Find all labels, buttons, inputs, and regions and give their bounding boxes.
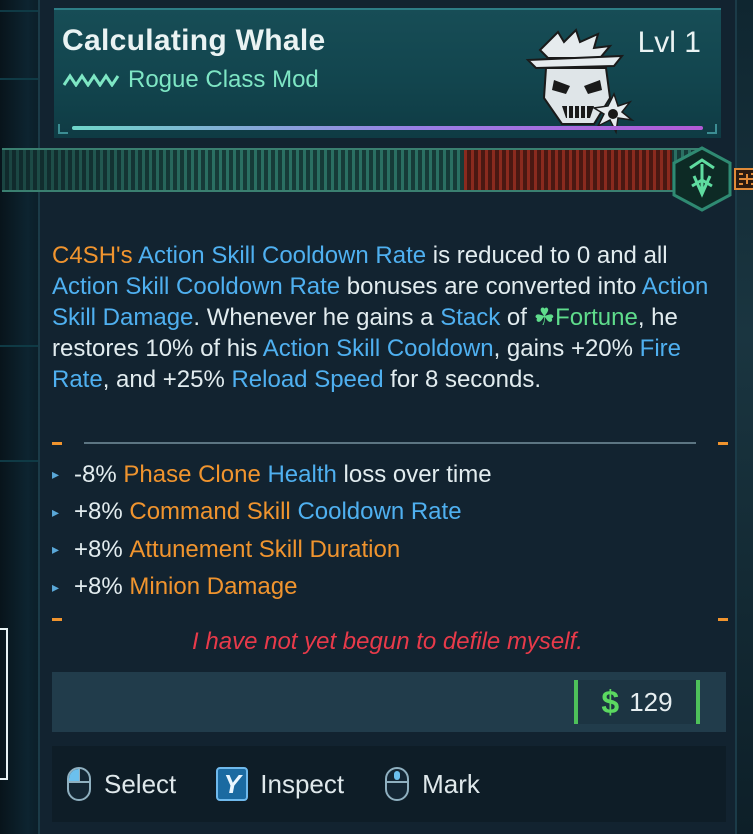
description-segment: Stack <box>440 304 501 331</box>
firmware-hex-icon <box>672 146 732 212</box>
stat-text: Attunement Skill Duration <box>129 535 401 563</box>
section-divider <box>52 442 728 445</box>
divider-tick <box>718 618 728 621</box>
stat-value: -8% <box>74 460 117 488</box>
bullet-icon: ▸ <box>52 503 60 520</box>
description-segment: Reload Speed <box>231 366 384 393</box>
mark-label: Mark <box>422 768 480 799</box>
background-frame <box>0 628 8 780</box>
firmware-strip <box>2 148 702 192</box>
section-divider <box>52 618 728 621</box>
stat-line: ▸ +8% Command Skill Cooldown Rate <box>52 494 692 532</box>
divider-tick <box>52 618 62 621</box>
bullet-icon: ▸ <box>52 578 60 595</box>
middle-mouse-icon <box>385 767 410 801</box>
rarity-underline <box>72 126 703 130</box>
mark-action[interactable]: Mark <box>384 766 480 802</box>
inspect-action[interactable]: Y Inspect <box>216 767 344 801</box>
left-mouse-icon <box>67 767 91 801</box>
stat-line: ▸ +8% Attunement Skill Duration <box>52 531 692 569</box>
stat-value: +8% <box>74 535 123 563</box>
stat-line: ▸ -8% Phase Clone Health loss over time <box>52 456 692 494</box>
clover-icon: ☘ <box>533 304 556 331</box>
description-segment: Action Skill Cooldown <box>262 335 494 362</box>
item-level: Lvl 1 <box>637 26 701 59</box>
price-value: 129 <box>629 686 673 717</box>
price-box: $ 129 <box>574 680 700 724</box>
select-action[interactable]: Select <box>66 766 176 802</box>
divider-line <box>84 442 696 444</box>
inspect-label: Inspect <box>260 768 345 799</box>
description-segment: Fortune <box>555 304 638 331</box>
price-bar: $ 129 <box>52 672 726 732</box>
description-segment: C4SH's <box>52 242 133 269</box>
background-line <box>0 460 40 462</box>
description-segment: is reduced to 0 and all <box>426 242 668 269</box>
description-segment: Action Skill Cooldown Rate <box>52 273 341 300</box>
description-segment: bonuses are converted into <box>340 273 642 300</box>
money-icon: $ <box>601 683 620 720</box>
stat-text: Cooldown Rate <box>297 498 462 526</box>
description-segment: , and +25% <box>102 366 232 393</box>
stat-value: +8% <box>74 573 123 601</box>
bullet-icon: ▸ <box>52 541 60 558</box>
stat-text: Health <box>267 460 337 488</box>
background-line <box>0 78 40 80</box>
background-line <box>0 10 40 12</box>
stat-value: +8% <box>74 498 123 526</box>
select-label: Select <box>104 768 177 799</box>
description-segment: Action Skill Cooldown Rate <box>137 242 427 269</box>
background-line <box>0 345 40 347</box>
stat-line: ▸ +8% Minion Damage <box>52 569 692 607</box>
y-key-icon: Y <box>216 767 249 801</box>
description-segment: for 8 seconds. <box>383 366 542 393</box>
action-bar: Select Y Inspect Mark <box>52 746 726 822</box>
item-type: Rogue Class Mod <box>128 66 319 93</box>
stat-text: Minion Damage <box>129 573 298 601</box>
item-name: Calculating Whale <box>62 24 326 57</box>
stat-text: Phase Clone <box>123 460 261 488</box>
description-segment: . Whenever he gains a <box>193 304 441 331</box>
rarity-chevrons-icon <box>62 73 120 87</box>
bullet-icon: ▸ <box>52 466 60 483</box>
divider-tick <box>718 442 728 445</box>
divider-tick <box>52 442 62 445</box>
description-segment: , gains +20% <box>493 335 640 362</box>
firmware-badge-icon <box>734 168 753 190</box>
description-segment: of <box>500 304 534 331</box>
firmware-strip-fade <box>2 150 702 190</box>
corner-decoration <box>707 124 717 134</box>
item-header: Calculating Whale Rogue Class Mod Lvl 1 <box>54 8 721 138</box>
corner-decoration <box>58 124 68 134</box>
rogue-class-icon <box>525 28 635 135</box>
stat-text: loss over time <box>343 460 492 488</box>
flavor-text: I have not yet begun to defile myself. <box>192 628 583 655</box>
stat-text: Command Skill <box>129 498 291 526</box>
item-description: C4SH's Action Skill Cooldown Rate is red… <box>52 240 712 395</box>
item-type-row: Rogue Class Mod <box>62 66 319 94</box>
item-card: Calculating Whale Rogue Class Mod Lvl 1 <box>2 0 753 834</box>
stat-list: ▸ -8% Phase Clone Health loss over time ▸ +… <box>52 456 692 606</box>
